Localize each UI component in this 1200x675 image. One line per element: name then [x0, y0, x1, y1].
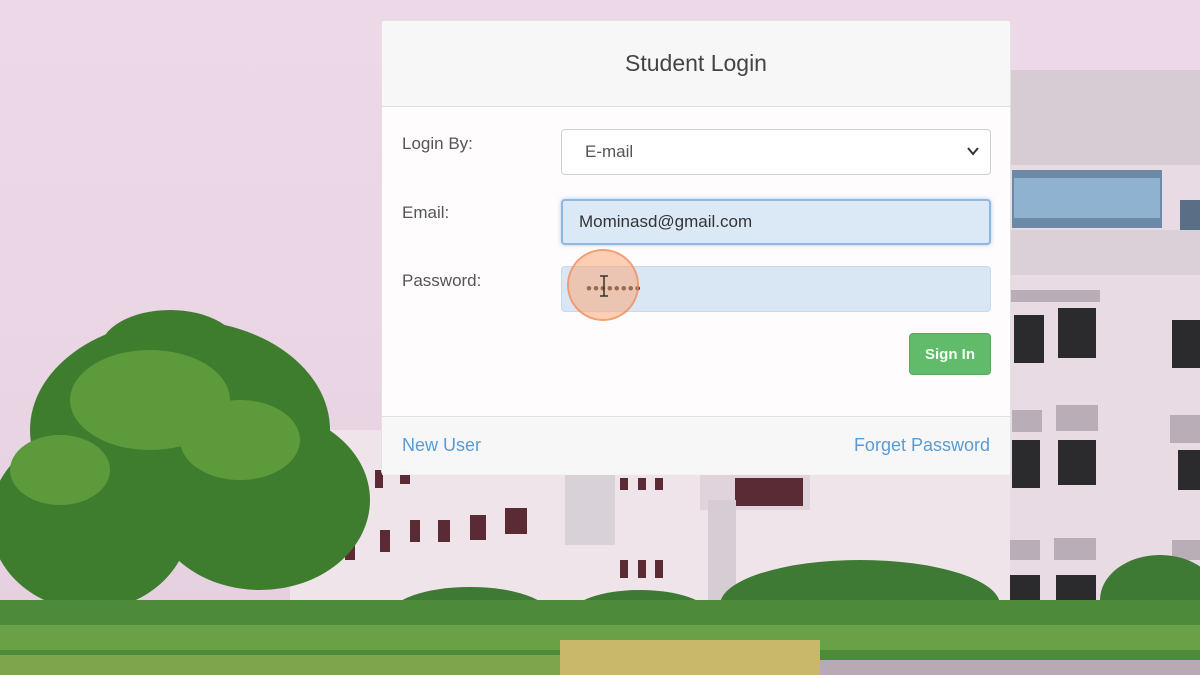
page-title: Student Login — [625, 50, 767, 76]
student-login-panel: Student Login Login By: E-mail Email: Mo… — [381, 20, 1011, 475]
email-field-value: Mominasd@gmail.com — [579, 212, 753, 231]
text-cursor-icon — [600, 275, 608, 297]
password-label: Password: — [402, 271, 482, 290]
panel-heading: Student Login — [382, 21, 1010, 107]
sign-in-button[interactable]: Sign In — [909, 333, 991, 375]
email-field[interactable]: Mominasd@gmail.com — [561, 199, 991, 245]
login-by-select[interactable]: E-mail — [561, 129, 991, 175]
forget-password-link[interactable]: Forget Password — [854, 435, 990, 456]
chevron-down-icon — [967, 147, 979, 156]
login-by-selected-value: E-mail — [585, 142, 634, 161]
panel-footer: New User Forget Password — [382, 416, 1010, 475]
click-highlight — [567, 249, 639, 321]
new-user-link[interactable]: New User — [402, 435, 481, 456]
login-by-label: Login By: — [402, 134, 473, 153]
email-label: Email: — [402, 203, 450, 222]
sign-in-button-label: Sign In — [925, 345, 975, 363]
